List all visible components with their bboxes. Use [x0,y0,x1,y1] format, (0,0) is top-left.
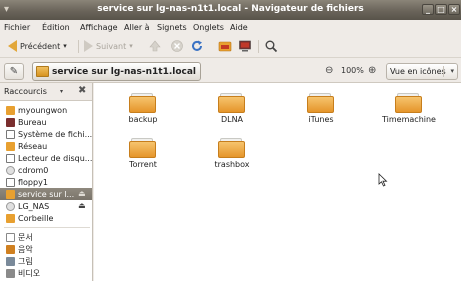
toggle-location-entry-button[interactable]: ✎ [4,63,24,80]
close-sidebar-icon[interactable]: ✖ [78,85,86,96]
menu-aide[interactable]: Aide [230,23,248,32]
sidebar-item-music[interactable]: 음악 [0,243,92,255]
location-bar: ✎ service sur lg-nas-n1t1.local ⊖ 100% ⊕… [0,59,461,83]
file-manager-window: ▾ service sur lg-nas-n1t1.local - Naviga… [0,0,461,281]
menu-signets[interactable]: Signets [157,23,187,32]
network-share-icon [6,189,15,199]
documents-icon [6,232,15,242]
music-icon [6,244,15,254]
chevron-down-icon: ▾ [450,67,454,75]
menu-aller-a[interactable]: Aller à [124,23,150,32]
minimize-button[interactable]: _ [422,4,434,15]
close-button[interactable]: × [448,4,460,15]
reload-icon[interactable] [190,39,204,53]
drive-icon [6,153,15,163]
sidebar-item-lg-nas[interactable]: LG_NAS ⏏ [0,200,92,212]
sidebar-item-pictures[interactable]: 그림 [0,255,92,267]
menu-affichage[interactable]: Affichage [80,23,118,32]
view-mode-select[interactable]: Vue en icônes ▾ [386,63,458,80]
eject-icon[interactable]: ⏏ [78,189,86,198]
back-arrow-icon [8,40,17,52]
folder-item[interactable]: backup [98,88,188,128]
sidebar-item-cdrom[interactable]: cdrom0 [0,164,92,176]
sidebar: Raccourcis ▾ ✖ myoungwon Bureau Système … [0,83,93,281]
network-icon [6,141,15,151]
sidebar-item-videos[interactable]: 비디오 [0,267,92,279]
title-bar[interactable]: ▾ service sur lg-nas-n1t1.local - Naviga… [0,0,461,20]
folder-item[interactable]: trashbox [187,133,277,173]
toolbar-separator [78,40,79,53]
sidebar-mode-select[interactable]: Raccourcis [4,87,47,96]
forward-history-dropdown-icon[interactable]: ▾ [129,42,133,50]
up-arrow-icon[interactable] [148,39,162,53]
toolbar: Précédent ▾ Suivant ▾ [0,34,461,58]
sidebar-places-list: myoungwon Bureau Système de fichi... Rés… [0,100,92,281]
folder-icon [129,138,156,158]
zoom-in-icon[interactable]: ⊕ [368,65,376,76]
back-history-dropdown-icon[interactable]: ▾ [63,42,67,50]
select-divider [443,66,444,77]
pencil-icon: ✎ [9,66,19,77]
network-folder-icon [36,66,49,77]
desktop-icon [6,117,15,127]
mouse-pointer-icon [378,173,388,187]
window-title: service sur lg-nas-n1t1.local - Navigate… [97,4,364,14]
home-icon [6,105,15,115]
sidebar-separator [4,227,90,228]
computer-icon[interactable] [238,39,252,53]
folder-item[interactable]: DLNA [187,88,277,128]
forward-arrow-icon [84,40,93,52]
zoom-out-icon[interactable]: ⊖ [325,65,333,76]
folder-icon [129,93,156,113]
zoom-level: 100% [341,66,364,75]
back-button[interactable]: Précédent ▾ [8,38,67,54]
folder-icon [218,138,245,158]
menu-fichier[interactable]: Fichier [4,23,30,32]
cdrom-icon [6,165,15,175]
sidebar-item-filesystem[interactable]: Système de fichi... [0,128,92,140]
menu-bar: Fichier Édition Affichage Aller à Signet… [0,20,461,34]
sidebar-item-floppy[interactable]: floppy1 [0,176,92,188]
maximize-button[interactable]: □ [435,4,447,15]
floppy-icon [6,177,15,187]
toolbar-separator [258,40,259,53]
menu-edition[interactable]: Édition [42,23,70,32]
sidebar-item-network[interactable]: Réseau [0,140,92,152]
folder-icon [395,93,422,113]
search-icon[interactable] [264,39,278,53]
breadcrumb-button[interactable]: service sur lg-nas-n1t1.local [32,62,202,81]
sidebar-item-home[interactable]: myoungwon [0,104,92,116]
folder-item[interactable]: Timemachine [364,88,454,128]
sidebar-item-documents[interactable]: 문서 [0,231,92,243]
network-share-icon [6,201,15,211]
trash-icon [6,213,15,223]
folder-item[interactable]: Torrent [98,133,188,173]
sidebar-header: Raccourcis ▾ ✖ [0,83,93,100]
folder-icon [218,93,245,113]
chevron-down-icon[interactable]: ▾ [60,88,63,95]
folder-icon [307,93,334,113]
folder-item[interactable]: iTunes [276,88,366,128]
sidebar-item-desktop[interactable]: Bureau [0,116,92,128]
sidebar-item-trash[interactable]: Corbeille [0,212,92,224]
home-icon[interactable] [218,39,232,53]
pictures-icon [6,256,15,266]
sidebar-item-service-share[interactable]: service sur l... ⏏ [0,188,92,200]
menu-onglets[interactable]: Onglets [193,23,224,32]
drive-icon [6,129,15,139]
stop-icon[interactable] [170,39,184,53]
eject-icon[interactable]: ⏏ [78,201,86,210]
forward-button[interactable]: Suivant ▾ [84,38,133,54]
file-view[interactable]: backup DLNA iTunes Timemachine Torrent t… [94,83,461,281]
sidebar-item-disk-drive[interactable]: Lecteur de disqu... [0,152,92,164]
video-icon [6,268,15,278]
